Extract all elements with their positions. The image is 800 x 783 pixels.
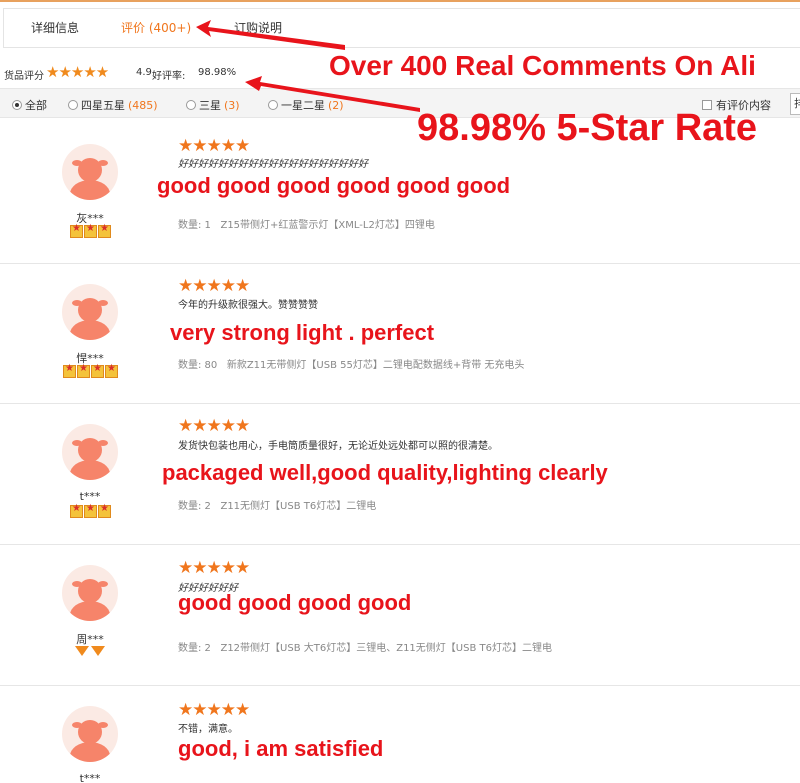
review-meta: 数量: 2 Z11无侧灯【USB T6灯芯】二锂电 — [178, 497, 376, 512]
filter-count: (2) — [328, 98, 344, 112]
level-badge-icon — [69, 503, 84, 518]
buyer-level-badges — [0, 646, 180, 659]
level-badge-icon — [97, 223, 112, 238]
tab-order-info[interactable]: 订购说明 — [234, 19, 282, 36]
review-spec: Z12带侧灯【USB 大T6灯芯】三锂电、Z11无侧灯【USB T6灯芯】二锂电 — [220, 643, 552, 654]
level-badge-icon — [83, 503, 98, 518]
good-rate-label: 好评率: — [152, 71, 186, 82]
review-stars-icon: ★★★★★ — [178, 416, 250, 436]
level-badge-icon — [83, 223, 98, 238]
buyer-level-badges — [0, 503, 180, 521]
review-spec: 新款Z11无带侧灯【USB 55灯芯】二锂电配数据线+背带 无充电头 — [226, 360, 525, 371]
filter-all[interactable]: 全部 — [12, 97, 47, 113]
level-badge-icon — [76, 363, 91, 378]
review-translation: packaged well,good quality,lighting clea… — [162, 460, 608, 485]
review-stars-icon: ★★★★★ — [178, 276, 250, 296]
review-item: 灰*** ★★★★★ 好好好好好好好好好好好好好好好好好好好 good good… — [0, 124, 800, 264]
level-badge-icon — [104, 363, 119, 378]
filter-label: 全部 — [25, 99, 47, 112]
filter-count: (485) — [128, 98, 158, 112]
filter-count: (3) — [224, 98, 240, 112]
diamond-badge-icon — [75, 646, 89, 656]
promo-comments-text: Over 400 Real Comments On Ali — [329, 50, 756, 81]
level-badge-icon — [69, 223, 84, 238]
review-text: 发货快包装也用心，手电筒质量很好，无论近处远处都可以照的很清楚。 — [178, 441, 498, 452]
avatar — [62, 565, 118, 621]
review-translation: good, i am satisfied — [178, 736, 384, 761]
filter-3-star[interactable]: 三星 (3) — [186, 97, 240, 113]
buyer-level-badges — [0, 363, 180, 381]
review-stars-icon: ★★★★★ — [178, 136, 250, 156]
sort-select[interactable]: 排 — [790, 93, 800, 115]
cow-avatar-icon — [70, 298, 110, 340]
good-rate-value: 98.98% — [198, 67, 237, 78]
top-border — [0, 0, 800, 2]
review-item: 周*** ★★★★★ 好好好好好好 good good good good 数量… — [0, 545, 800, 686]
radio-icon[interactable] — [68, 100, 78, 110]
buyer-level-badges — [0, 223, 180, 241]
rating-score: 4.9 — [136, 67, 152, 78]
review-stars-icon: ★★★★★ — [178, 700, 250, 720]
avatar — [62, 284, 118, 340]
tab-reviews[interactable]: 评价 (400+) — [121, 19, 191, 36]
filter-4-5-star[interactable]: 四星五星 (485) — [68, 97, 158, 113]
rating-stars-icon: ★★★★★ — [46, 63, 109, 81]
cow-avatar-icon — [70, 720, 110, 762]
radio-icon[interactable] — [12, 100, 22, 110]
level-badge-icon — [62, 363, 77, 378]
filter-label: 三星 — [199, 99, 221, 112]
review-spec: Z11无侧灯【USB T6灯芯】二锂电 — [220, 501, 377, 512]
level-badge-icon — [90, 363, 105, 378]
avatar — [62, 706, 118, 762]
username: t*** — [79, 490, 101, 503]
avatar — [62, 424, 118, 480]
cow-avatar-icon — [70, 158, 110, 200]
review-item: 悍*** ★★★★★ 今年的升级款很强大。赞赞赞赞 very strong li… — [0, 264, 800, 404]
level-badge-icon — [97, 503, 112, 518]
review-qty: 数量: 1 — [178, 220, 211, 231]
review-text: 今年的升级款很强大。赞赞赞赞 — [178, 300, 318, 311]
review-spec: Z15带侧灯+红蓝警示灯【XML-L2灯芯】四锂电 — [220, 220, 435, 231]
review-meta: 数量: 2 Z12带侧灯【USB 大T6灯芯】三锂电、Z11无侧灯【USB T6… — [178, 639, 552, 654]
review-translation: good good good good — [178, 590, 412, 615]
filter-label: 四星五星 — [81, 99, 125, 112]
tab-bar: 详细信息 评价 (400+) 订购说明 — [3, 8, 800, 48]
review-translation: very strong light . perfect — [170, 320, 435, 345]
review-translation: good good good good good good — [157, 173, 511, 198]
username: 周*** — [76, 633, 104, 646]
filter-1-2-star[interactable]: 一星二星 (2) — [268, 97, 344, 113]
tab-details[interactable]: 详细信息 — [31, 19, 79, 36]
cow-avatar-icon — [70, 579, 110, 621]
radio-icon[interactable] — [186, 100, 196, 110]
review-item: t*** ★★★★★ 发货快包装也用心，手电筒质量很好，无论近处远处都可以照的很… — [0, 404, 800, 545]
review-qty: 数量: 80 — [178, 360, 218, 371]
rating-label: 货品评分 — [4, 71, 44, 82]
review-qty: 数量: 2 — [178, 643, 211, 654]
diamond-badge-icon — [91, 646, 105, 656]
review-qty: 数量: 2 — [178, 501, 211, 512]
review-meta: 数量: 1 Z15带侧灯+红蓝警示灯【XML-L2灯芯】四锂电 — [178, 216, 435, 231]
radio-icon[interactable] — [268, 100, 278, 110]
review-item: t*** ★★★★★ 不错，满意。 good, i am satisfied — [0, 686, 800, 783]
review-stars-icon: ★★★★★ — [178, 558, 250, 578]
review-text: 好好好好好好好好好好好好好好好好好好好 — [178, 159, 368, 170]
avatar — [62, 144, 118, 200]
username: t*** — [79, 772, 101, 783]
review-text: 不错，满意。 — [178, 724, 238, 735]
filter-label: 一星二星 — [281, 99, 325, 112]
review-meta: 数量: 80 新款Z11无带侧灯【USB 55灯芯】二锂电配数据线+背带 无充电… — [178, 356, 524, 371]
cow-avatar-icon — [70, 438, 110, 480]
